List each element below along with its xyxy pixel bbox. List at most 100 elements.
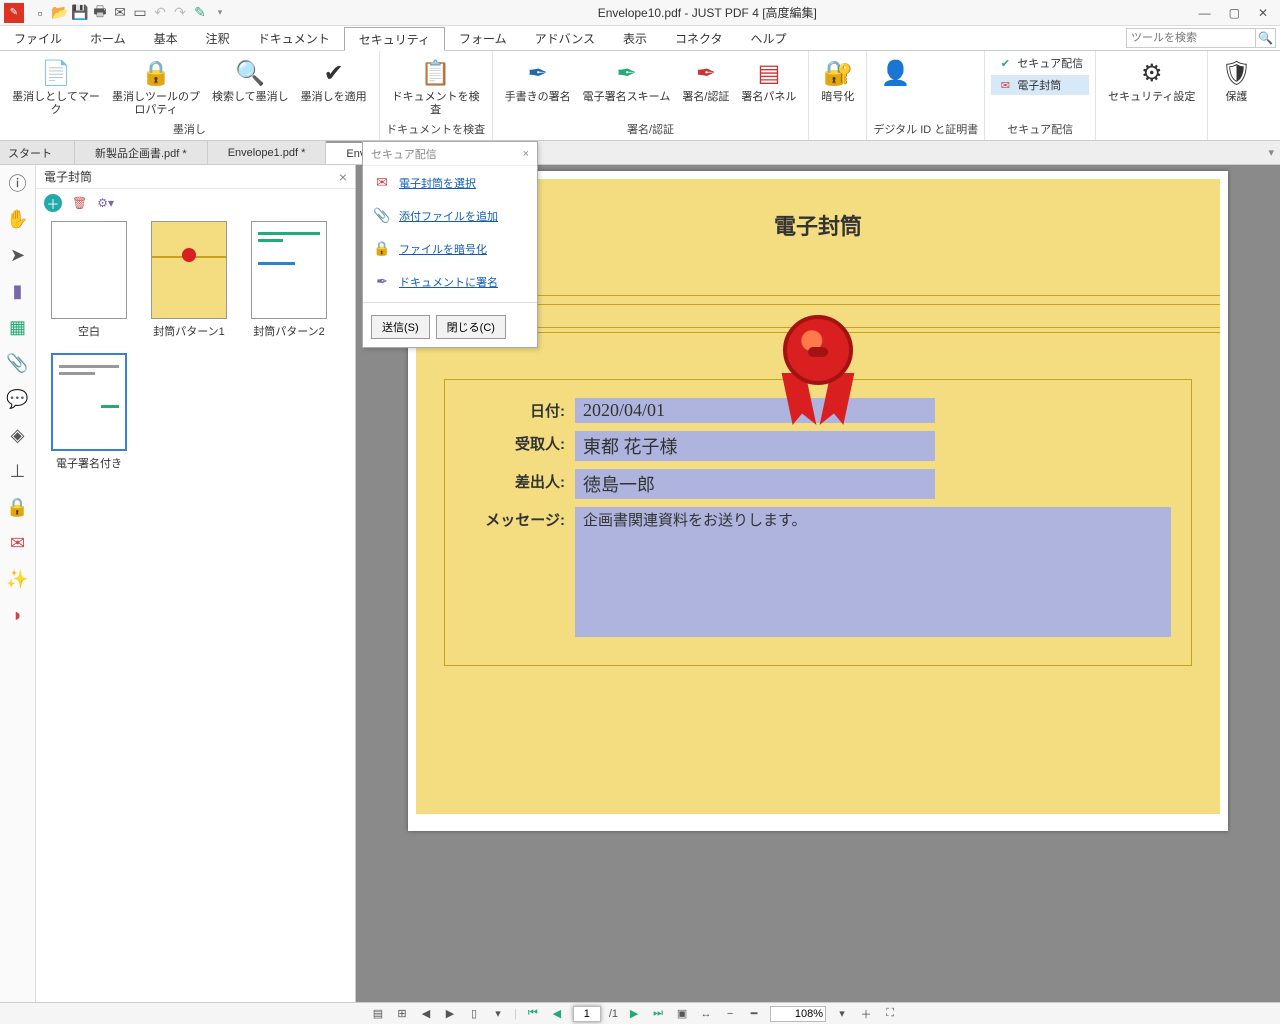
link-select-envelope[interactable]: 電子封筒を選択 xyxy=(399,175,476,191)
close-icon[interactable]: ✕ xyxy=(1258,6,1268,20)
menu-help[interactable]: ヘルプ xyxy=(737,26,801,50)
qat-save-icon[interactable]: 💾 xyxy=(72,5,88,21)
redact-mark-button[interactable]: 📄墨消しとしてマーク xyxy=(6,53,106,117)
template-pattern2[interactable]: 封筒パターン2 xyxy=(246,221,332,339)
panel-close-icon[interactable]: × xyxy=(339,169,347,185)
status-next-view-icon[interactable]: ▶ xyxy=(442,1006,458,1022)
menu-security[interactable]: セキュリティ xyxy=(344,27,445,51)
page-number-input[interactable] xyxy=(573,1006,601,1022)
menu-advanced[interactable]: アドバンス xyxy=(521,26,609,50)
digital-id-button[interactable]: 👤 xyxy=(873,53,917,104)
title-bar: ✎ ▫ 📂 💾 🖶 ✉ ▭ ↶ ↷ ✎ ▾ Envelope10.pdf - J… xyxy=(0,0,1280,26)
send-button[interactable]: 送信(S) xyxy=(371,315,430,339)
esign-scheme-button[interactable]: ✒電子署名スキーム xyxy=(577,53,677,104)
link-sign-doc[interactable]: ドキュメントに署名 xyxy=(399,274,498,290)
side-tool-column: ⓘ ✋ ➤ ▮ ▦ 📎 💬 ◈ ⊥ 🔒 ✉ ✨ ◗ xyxy=(0,165,36,1002)
zoom-slider-icon[interactable]: ━ xyxy=(746,1006,762,1022)
comment-icon[interactable]: 💬 xyxy=(6,387,30,411)
status-icon-1[interactable]: ▤ xyxy=(370,1006,386,1022)
qat-print-icon[interactable]: 🖶 xyxy=(92,5,108,21)
menu-annot[interactable]: 注釈 xyxy=(192,26,244,50)
attachment-icon[interactable]: 📎 xyxy=(6,351,30,375)
status-icon-2[interactable]: ⊞ xyxy=(394,1006,410,1022)
chevron-down-icon[interactable]: ▾ xyxy=(490,1006,506,1022)
bookmark-icon[interactable]: ▮ xyxy=(6,279,30,303)
delete-template-icon[interactable]: 🗑 xyxy=(72,196,87,210)
menu-document[interactable]: ドキュメント xyxy=(244,26,344,50)
sign-panel-button[interactable]: ▤署名パネル xyxy=(735,53,802,104)
qat-mail-icon[interactable]: ✉ xyxy=(112,5,128,21)
qat-redo-icon[interactable]: ↷ xyxy=(172,5,188,21)
maximize-icon[interactable]: ▢ xyxy=(1229,6,1240,20)
gear-icon[interactable]: ⚙▾ xyxy=(97,196,114,210)
menu-connector[interactable]: コネクタ xyxy=(661,26,737,50)
tabs-overflow-icon[interactable]: ▾ xyxy=(1262,141,1280,164)
redact-apply-button[interactable]: ✔墨消しを適用 xyxy=(295,53,373,104)
first-page-icon[interactable]: ⏮ xyxy=(525,1006,541,1022)
group-id-label: デジタル ID と証明書 xyxy=(873,119,978,140)
qat-brush-icon[interactable]: ✎ xyxy=(192,5,208,21)
qat-copy-icon[interactable]: ▭ xyxy=(132,5,148,21)
field-from[interactable]: 徳島一郎 xyxy=(575,469,935,499)
secure-delivery-item[interactable]: ✔セキュア配信 xyxy=(991,53,1089,73)
minimize-icon[interactable]: — xyxy=(1199,6,1211,20)
select-icon[interactable]: ➤ xyxy=(6,243,30,267)
template-blank[interactable]: 空白 xyxy=(46,221,132,339)
tab-doc2[interactable]: Envelope1.pdf * xyxy=(208,141,327,164)
qat-undo-icon[interactable]: ↶ xyxy=(152,5,168,21)
field-to[interactable]: 東都 花子様 xyxy=(575,431,935,461)
envelope-tool-icon[interactable]: ✉ xyxy=(6,531,30,555)
fit-width-icon[interactable]: ↔ xyxy=(698,1006,714,1022)
menu-basic[interactable]: 基本 xyxy=(140,26,192,50)
thumbs-icon[interactable]: ▦ xyxy=(6,315,30,339)
popup-close-icon[interactable]: × xyxy=(523,148,529,160)
info-icon[interactable]: ⓘ xyxy=(6,171,30,195)
record-icon[interactable]: ◗ xyxy=(6,603,30,627)
zoom-out-icon[interactable]: − xyxy=(722,1006,738,1022)
menu-view[interactable]: 表示 xyxy=(609,26,661,50)
last-page-icon[interactable]: ⏭ xyxy=(650,1006,666,1022)
security-settings-button[interactable]: ⚙セキュリティ設定 xyxy=(1102,53,1201,104)
field-date[interactable]: 2020/04/01 xyxy=(575,398,935,423)
link-add-attachment[interactable]: 添付ファイルを追加 xyxy=(399,208,498,224)
menu-form[interactable]: フォーム xyxy=(445,26,521,50)
menu-home[interactable]: ホーム xyxy=(76,26,140,50)
qat-dropdown-icon[interactable]: ▾ xyxy=(212,5,228,21)
wand-icon[interactable]: ✨ xyxy=(6,567,30,591)
tab-start[interactable]: スタート xyxy=(0,141,75,164)
template-pattern1[interactable]: 封筒パターン1 xyxy=(146,221,232,339)
tool-search-input[interactable] xyxy=(1126,28,1256,48)
template-signed[interactable]: 電子署名付き xyxy=(46,353,132,471)
qat-new-icon[interactable]: ▫ xyxy=(32,5,48,21)
seal-icon xyxy=(783,315,853,385)
inspect-doc-button[interactable]: 📋ドキュメントを検査 xyxy=(386,53,486,117)
redact-search-button[interactable]: 🔍検索して墨消し xyxy=(206,53,295,104)
layers-icon[interactable]: ◈ xyxy=(6,423,30,447)
protect-button[interactable]: 🛡保護 xyxy=(1214,53,1258,104)
next-page-icon[interactable]: ▶ xyxy=(626,1006,642,1022)
redact-props-button[interactable]: 🔒墨消しツールのプロパティ xyxy=(106,53,206,117)
e-envelope-item[interactable]: ✉電子封筒 xyxy=(991,75,1089,95)
zoom-in-icon[interactable]: ＋ xyxy=(858,1006,874,1022)
hand-icon[interactable]: ✋ xyxy=(6,207,30,231)
stamp-icon[interactable]: ⊥ xyxy=(6,459,30,483)
close-button[interactable]: 閉じる(C) xyxy=(436,315,506,339)
add-template-button[interactable]: ＋ xyxy=(44,194,62,212)
qat-open-icon[interactable]: 📂 xyxy=(52,5,68,21)
fullscreen-icon[interactable]: ⛶ xyxy=(882,1006,898,1022)
search-icon[interactable]: 🔍 xyxy=(1256,28,1276,48)
menu-file[interactable]: ファイル xyxy=(0,26,76,50)
link-encrypt-file[interactable]: ファイルを暗号化 xyxy=(399,241,487,257)
tab-doc1[interactable]: 新製品企画書.pdf * xyxy=(75,141,208,164)
prev-page-icon[interactable]: ◀ xyxy=(549,1006,565,1022)
status-doc-icon[interactable]: ▯ xyxy=(466,1006,482,1022)
security-icon[interactable]: 🔒 xyxy=(6,495,30,519)
encrypt-button[interactable]: 🔐暗号化 xyxy=(815,53,860,104)
hand-sign-button[interactable]: ✒手書きの署名 xyxy=(499,53,577,104)
sign-cert-button[interactable]: ✒署名/認証 xyxy=(676,53,735,104)
field-message[interactable]: 企画書関連資料をお送りします。 xyxy=(575,507,1171,637)
zoom-input[interactable] xyxy=(770,1006,826,1022)
fit-page-icon[interactable]: ▣ xyxy=(674,1006,690,1022)
chevron-down-icon-zoom[interactable]: ▾ xyxy=(834,1006,850,1022)
status-prev-view-icon[interactable]: ◀ xyxy=(418,1006,434,1022)
